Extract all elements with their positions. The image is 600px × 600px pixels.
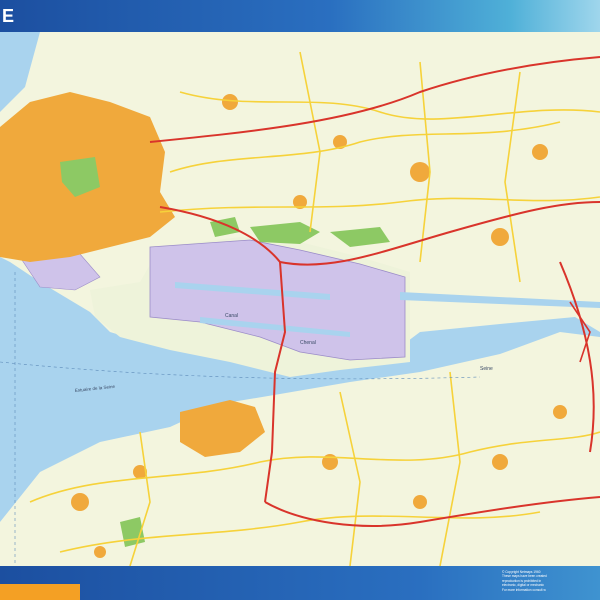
village xyxy=(71,493,89,511)
footer-tab xyxy=(0,584,80,600)
village xyxy=(491,228,509,246)
village xyxy=(553,405,567,419)
copyright-notes: © Copyright Netmaps 1960 These maps have… xyxy=(502,570,594,592)
village xyxy=(410,162,430,182)
map-area[interactable]: Canal Seine Chenal Estuaire de la Seine xyxy=(0,32,600,567)
canal-label: Canal xyxy=(225,313,238,319)
village xyxy=(222,94,238,110)
map-title: E xyxy=(2,6,16,26)
map-poster: E Canal Seine Chenal Estuaire de la Sein… xyxy=(0,0,600,600)
village xyxy=(413,495,427,509)
village xyxy=(492,454,508,470)
village xyxy=(532,144,548,160)
channel-label: Chenal xyxy=(300,340,316,346)
river-label: Seine xyxy=(480,366,493,372)
village xyxy=(94,546,106,558)
copyright-line: For more information consult w xyxy=(502,587,546,592)
map-svg[interactable]: Canal Seine Chenal Estuaire de la Seine xyxy=(0,32,600,567)
header-band: E xyxy=(0,0,600,32)
